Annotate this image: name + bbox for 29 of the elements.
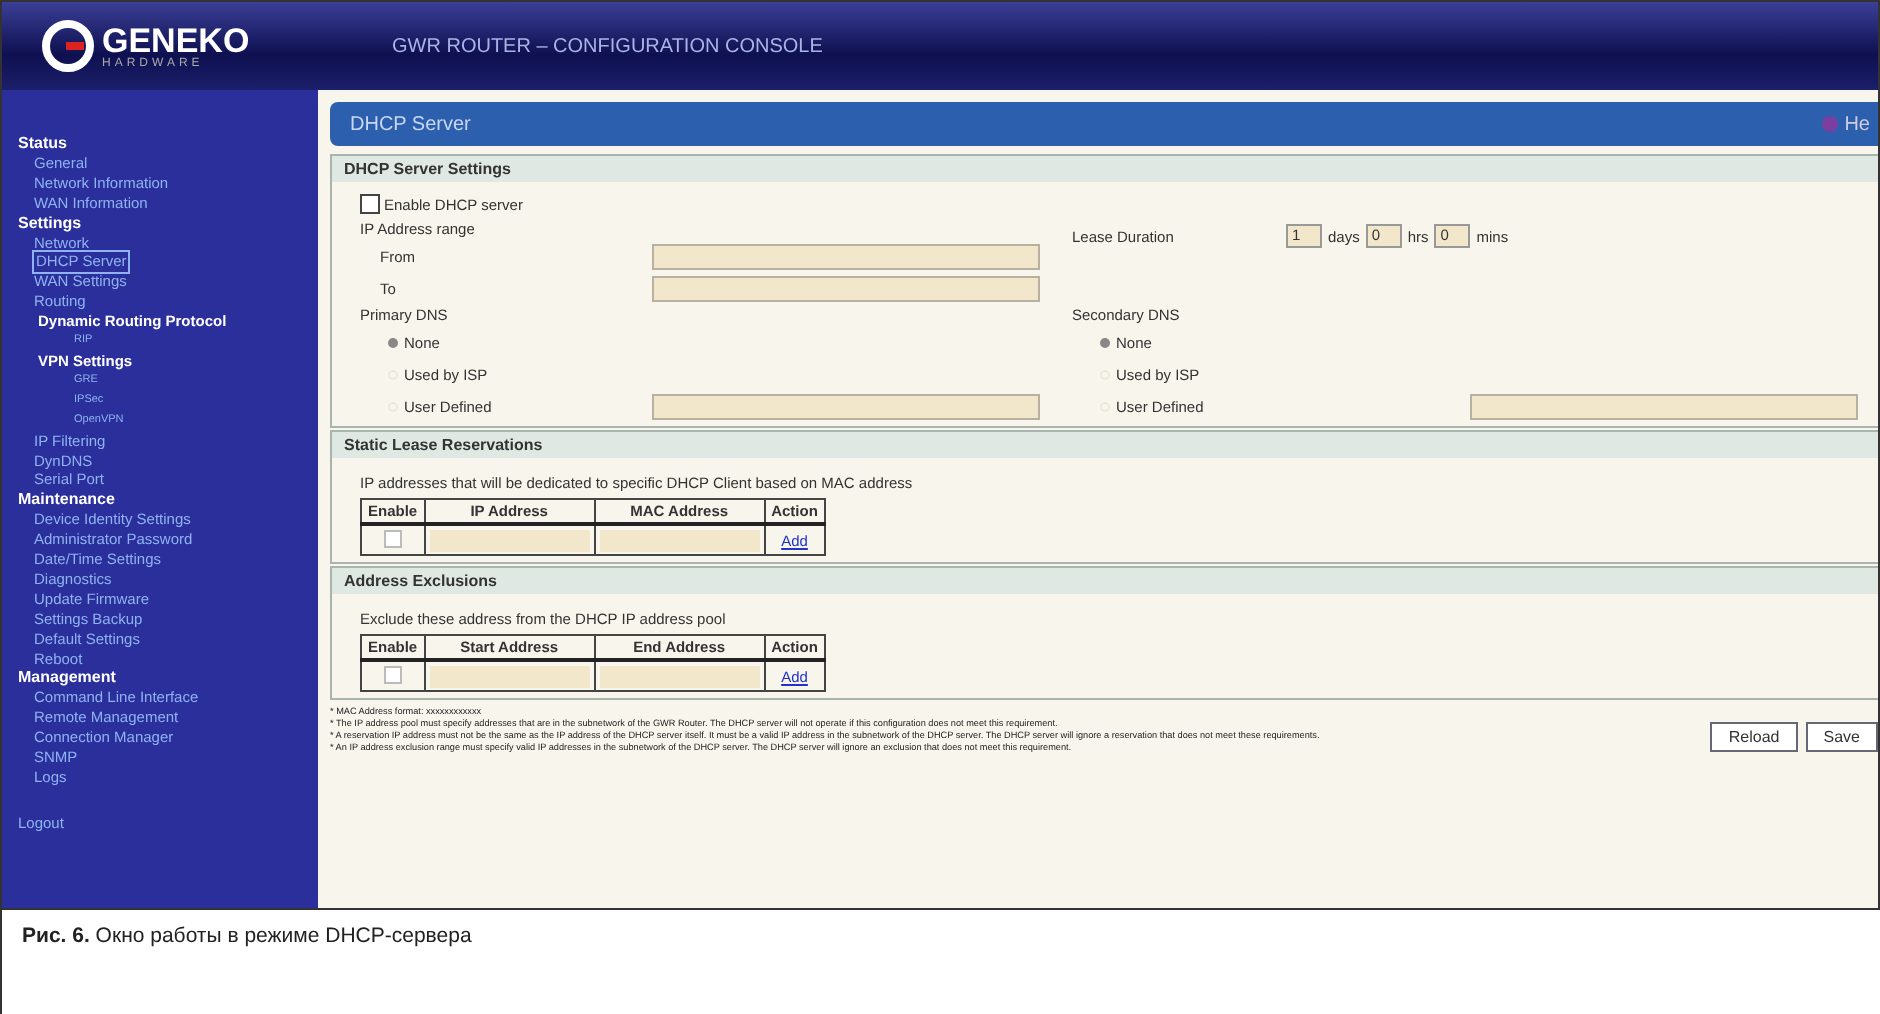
action-button[interactable]: Save — [1805, 722, 1878, 752]
checkbox[interactable] — [383, 529, 402, 547]
checkbox[interactable] — [360, 194, 380, 214]
input-field[interactable] — [599, 665, 760, 687]
radio-icon[interactable] — [1100, 338, 1110, 348]
section-title: Static Lease Reservations — [344, 436, 543, 454]
sidebar-item[interactable]: Settings — [18, 213, 318, 234]
page-title: DHCP Server — [350, 113, 471, 135]
help-link[interactable]: He — [1822, 113, 1870, 135]
section-title: DHCP Server Settings — [344, 160, 511, 178]
sidebar-item[interactable]: Management — [18, 668, 318, 689]
input-field[interactable] — [652, 276, 1040, 302]
input-field[interactable] — [599, 529, 760, 551]
input-field[interactable] — [652, 244, 1040, 270]
help-icon — [1822, 116, 1839, 132]
input-field[interactable] — [429, 529, 590, 551]
action-button[interactable]: Reload — [1710, 722, 1798, 752]
sidebar-item[interactable]: Maintenance — [18, 490, 318, 511]
radio-icon[interactable] — [388, 338, 398, 348]
checkbox[interactable] — [383, 665, 402, 683]
console-title: GWR ROUTER – CONFIGURATION CONSOLE — [392, 35, 823, 57]
figure-caption: Рис. 6. Окно работы в режиме DHCP-сервера — [22, 924, 472, 948]
logo-text: GENEKO — [102, 23, 250, 57]
input-field[interactable] — [1470, 394, 1858, 420]
input-field[interactable] — [429, 665, 590, 687]
section-title: Address Exclusions — [344, 572, 497, 590]
input-field[interactable] — [652, 394, 1040, 420]
sidebar-item[interactable]: Status — [18, 134, 318, 154]
logo-icon — [42, 20, 94, 72]
